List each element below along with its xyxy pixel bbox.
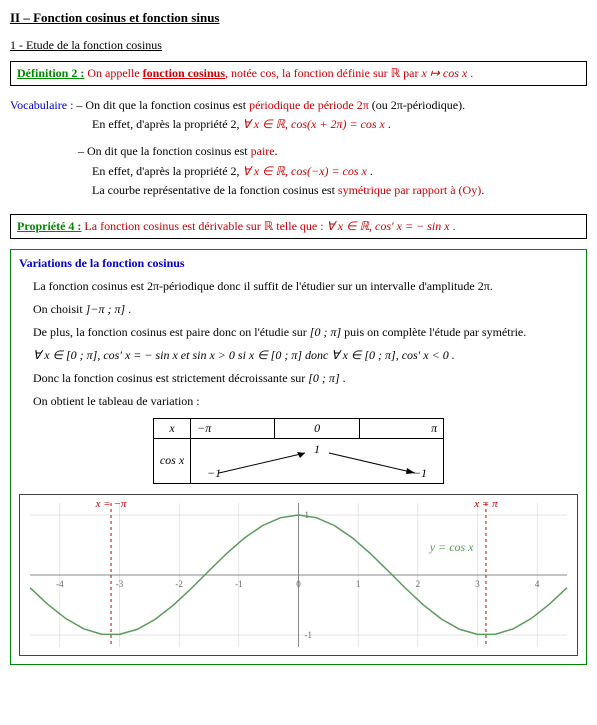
vt-arrows: 1 −1 −1: [191, 438, 444, 483]
cosine-svg: -4-3-2-101234-11x = −πx = πy = cos x: [20, 495, 577, 655]
v2b: ]−π ; π]: [86, 302, 125, 316]
vocab-item2-c: .: [275, 144, 278, 158]
def-set: ℝ: [391, 66, 401, 80]
vocab-item2-b: paire: [251, 144, 275, 158]
svg-text:-1: -1: [235, 579, 243, 589]
vocab-item2-a: – On dit que la fonction cosinus est: [78, 144, 251, 158]
vocab-item1-b: périodique de période 2π: [249, 98, 369, 112]
svg-text:x = π: x = π: [473, 498, 498, 510]
cosine-chart: -4-3-2-101234-11x = −πx = πy = cos x: [19, 494, 578, 656]
var-line2: On choisit ]−π ; π] .: [33, 300, 578, 318]
vocab-item2-h: symétrique par rapport à (Oy): [338, 183, 481, 197]
property-text: La fonction cosinus est dérivable sur ℝ …: [84, 219, 455, 233]
v3c: puis on complète l'étude par symétrie.: [341, 325, 526, 339]
prop-a: La fonction cosinus est dérivable sur: [84, 219, 263, 233]
subsection-title: 1 - Etude de la fonction cosinus: [10, 38, 587, 53]
vt-val1: 1: [314, 442, 320, 456]
vt-valm1b: −1: [413, 466, 427, 480]
vt-mpi: −π: [191, 418, 275, 438]
vocab-item2-e: ∀ x ∈ ℝ, cos(−x) = cos x: [243, 164, 367, 178]
vt-0: 0: [275, 418, 359, 438]
svg-text:x = −π: x = −π: [95, 498, 127, 510]
def-pre: On appelle: [87, 66, 142, 80]
svg-text:-3: -3: [116, 579, 124, 589]
variation-table: x −π 0 π cos x 1 −1 −1: [153, 418, 444, 484]
svg-text:3: 3: [475, 579, 480, 589]
vocab-item1-f: .: [385, 117, 391, 131]
vt-x: x: [153, 418, 190, 438]
vocab-item2-g: La courbe représentative de la fonction …: [92, 183, 338, 197]
def-mid2: par: [400, 66, 421, 80]
v2a: On choisit: [33, 302, 86, 316]
vocab-item2-f: .: [367, 164, 373, 178]
prop-c: .: [450, 219, 456, 233]
prop-formula: ∀ x ∈ ℝ, cos′ x = − sin x: [327, 219, 450, 233]
definition-text: On appelle fonction cosinus, notée cos, …: [87, 66, 473, 80]
variations-box: Variations de la fonction cosinus La fon…: [10, 249, 587, 665]
var-line1: La fonction cosinus est 2π-périodique do…: [33, 277, 578, 295]
v3a: De plus, la fonction cosinus est paire d…: [33, 325, 310, 339]
def-mid: , notée cos, la fonction définie sur: [225, 66, 391, 80]
v5a: Donc la fonction cosinus est strictement…: [33, 371, 308, 385]
var-line3: De plus, la fonction cosinus est paire d…: [33, 323, 578, 341]
definition-label: Définition 2 :: [17, 66, 84, 80]
vocab-label: Vocabulaire :: [10, 98, 73, 112]
var-line5: Donc la fonction cosinus est strictement…: [33, 369, 578, 387]
prop-set: ℝ: [264, 219, 274, 233]
var-line6: On obtient le tableau de variation :: [33, 392, 578, 410]
svg-text:4: 4: [535, 579, 540, 589]
v2c: .: [125, 302, 131, 316]
svg-text:2: 2: [416, 579, 421, 589]
def-term: fonction cosinus: [143, 66, 225, 80]
def-end: .: [467, 66, 473, 80]
vocab-item2-i: .: [481, 183, 484, 197]
section-title: II – Fonction cosinus et fonction sinus: [10, 10, 587, 26]
vocab-item2-d: En effet, d'après la propriété 2,: [92, 164, 243, 178]
svg-text:1: 1: [356, 579, 361, 589]
property-box: Propriété 4 : La fonction cosinus est dé…: [10, 214, 587, 239]
vt-cos: cos x: [153, 438, 190, 483]
svg-text:-4: -4: [56, 579, 64, 589]
vt-valm1a: −1: [207, 466, 221, 480]
prop-b: telle que :: [273, 219, 326, 233]
var-line4: ∀ x ∈ [0 ; π], cos′ x = − sin x et sin x…: [33, 346, 578, 364]
vocabulary-block: Vocabulaire : – On dit que la fonction c…: [10, 96, 587, 200]
svg-text:1: 1: [305, 510, 310, 520]
vocab-item1-c: (ou 2π-périodique).: [369, 98, 465, 112]
svg-text:-2: -2: [175, 579, 183, 589]
v5c: .: [340, 371, 346, 385]
definition-box: Définition 2 : On appelle fonction cosin…: [10, 61, 587, 86]
v3b: [0 ; π]: [310, 325, 341, 339]
svg-text:y = cos x: y = cos x: [429, 540, 474, 554]
vocab-item1-d: En effet, d'après la propriété 2,: [92, 117, 243, 131]
v5b: [0 ; π]: [308, 371, 339, 385]
vocab-item1-a: – On dit que la fonction cosinus est: [76, 98, 249, 112]
variation-arrows-svg: 1 −1 −1: [197, 441, 437, 481]
svg-text:-1: -1: [305, 630, 313, 640]
variations-title: Variations de la fonction cosinus: [19, 256, 578, 271]
vocab-item1-e: ∀ x ∈ ℝ, cos(x + 2π) = cos x: [243, 117, 385, 131]
def-map: x ↦ cos x: [421, 66, 467, 80]
vt-pi: π: [359, 418, 443, 438]
property-label: Propriété 4 :: [17, 219, 81, 233]
